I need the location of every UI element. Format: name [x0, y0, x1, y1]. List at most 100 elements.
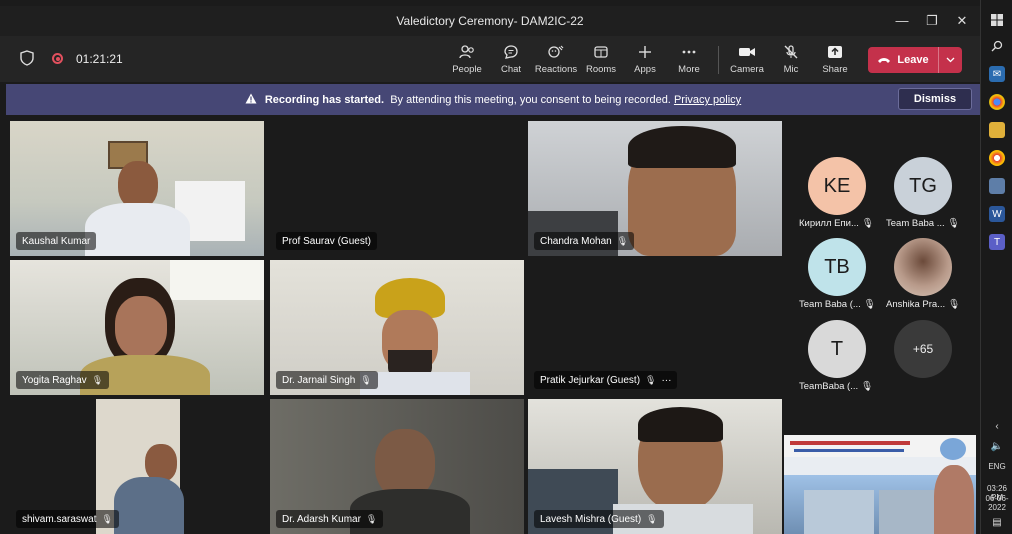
hang-up-icon — [878, 58, 891, 63]
side-participant-name: Anshika Pra... 🎙 — [886, 299, 960, 310]
participant-name-tag: shivam.saraswat 🎙 — [16, 510, 119, 528]
participant-name-tag: Prof Saurav (Guest) — [276, 232, 377, 250]
chrome-icon[interactable] — [989, 94, 1005, 110]
mic-off-icon: 🎙 — [646, 513, 658, 524]
more-label: More — [678, 64, 700, 75]
side-participant-name: Кирилл Епи... 🎙 — [799, 218, 874, 229]
reactions-button[interactable]: Reactions — [533, 42, 579, 75]
camera-icon — [739, 48, 755, 56]
more-button[interactable]: More — [666, 42, 712, 75]
teams-icon[interactable]: T — [989, 234, 1005, 250]
warning-icon — [245, 93, 257, 104]
participant-avatar[interactable]: TG — [894, 157, 952, 215]
speaker-icon[interactable]: 🔈 — [989, 438, 1005, 454]
people-label: People — [452, 64, 482, 75]
file-explorer-icon[interactable] — [989, 122, 1005, 138]
video-tile-jarnail[interactable]: Dr. Jarnail Singh 🎙 — [270, 260, 524, 395]
reactions-label: Reactions — [534, 64, 578, 75]
video-tile-lavesh[interactable]: Lavesh Mishra (Guest) 🎙 — [528, 399, 782, 534]
people-icon — [459, 45, 474, 59]
mic-off-icon — [784, 45, 798, 59]
share-icon — [828, 46, 842, 58]
participant-avatar[interactable]: TB — [808, 238, 866, 296]
window-title: Valedictory Ceremony- DAM2IC-22 — [396, 14, 584, 28]
mic-label: Mic — [783, 64, 799, 75]
clock-date[interactable]: 06-06-2022 — [981, 494, 1012, 512]
camera-label: Camera — [730, 64, 764, 75]
mail-icon[interactable]: ✉ — [989, 66, 1005, 82]
share-label: Share — [822, 64, 848, 75]
video-tile-kaushal[interactable]: Kaushal Kumar — [10, 121, 264, 256]
chat-button[interactable]: Chat — [488, 42, 534, 75]
leave-label: Leave — [897, 54, 929, 66]
banner-text: By attending this meeting, you consent t… — [390, 94, 671, 106]
mic-off-icon: 🎙 — [101, 513, 113, 524]
apps-button[interactable]: Apps — [622, 42, 668, 75]
video-tile-pratik[interactable]: Pratik Jejurkar (Guest) 🎙 ··· — [528, 260, 782, 395]
video-tile-chandra[interactable]: Chandra Mohan 🎙 — [528, 121, 782, 256]
meeting-timer: 01:21:21 — [76, 52, 123, 66]
maximize-button[interactable]: ❐ — [920, 10, 944, 32]
windows-taskbar: ✉ W T ‹ 🔈 ENG 03:26 PM 06-06-2022 ▤ — [980, 0, 1012, 534]
video-tile-adarsh[interactable]: Dr. Adarsh Kumar 🎙 — [270, 399, 524, 534]
leave-options-chevron-icon[interactable] — [938, 47, 962, 73]
title-bar: Valedictory Ceremony- DAM2IC-22 — ❐ ✕ — [0, 6, 980, 36]
toolbar-divider — [718, 46, 719, 74]
mic-off-icon: 🎙 — [360, 374, 372, 385]
participant-avatar[interactable]: T — [808, 320, 866, 378]
mic-off-icon: 🎙 — [91, 374, 104, 385]
close-button[interactable]: ✕ — [950, 10, 974, 32]
app-icon[interactable] — [989, 178, 1005, 194]
shared-content-thumbnail[interactable] — [784, 435, 976, 534]
search-icon[interactable] — [989, 38, 1005, 54]
rooms-icon — [594, 46, 608, 58]
participant-name-tag: Dr. Adarsh Kumar 🎙 — [276, 510, 384, 528]
language-indicator[interactable]: ENG — [981, 462, 1012, 471]
rooms-label: Rooms — [585, 64, 617, 75]
dismiss-button[interactable]: Dismiss — [898, 88, 972, 110]
video-tile-prof-saurav[interactable]: Prof Saurav (Guest) — [270, 121, 524, 256]
camera-button[interactable]: Camera — [724, 42, 770, 75]
chevron-left-icon[interactable]: ‹ — [989, 418, 1005, 434]
leave-button[interactable]: Leave — [868, 47, 962, 73]
windows-start-icon[interactable] — [989, 12, 1005, 28]
participant-avatar-photo[interactable] — [894, 238, 952, 296]
participant-name-tag: Kaushal Kumar — [16, 232, 97, 250]
mic-off-icon: 🎙 — [365, 513, 378, 524]
participant-name-tag: Yogita Raghav 🎙 — [16, 371, 110, 389]
more-icon — [682, 50, 696, 54]
video-tile-shivam[interactable]: shivam.saraswat 🎙 — [10, 399, 264, 534]
banner-title: Recording has started. — [264, 94, 385, 106]
teams-meeting-window: Valedictory Ceremony- DAM2IC-22 — ❐ ✕ 01… — [0, 0, 980, 534]
mic-button[interactable]: Mic — [768, 42, 814, 75]
notifications-icon[interactable]: ▤ — [989, 514, 1005, 530]
participant-avatar[interactable]: KE — [808, 157, 866, 215]
side-participant-name: Team Baba (... 🎙 — [799, 299, 876, 310]
participant-name-tag: Lavesh Mishra (Guest) 🎙 — [534, 510, 664, 528]
chat-label: Chat — [500, 64, 522, 75]
people-button[interactable]: People — [444, 42, 490, 75]
reactions-icon — [548, 45, 564, 58]
word-icon[interactable]: W — [989, 206, 1005, 222]
mic-off-icon: 🎙 — [616, 235, 629, 246]
recording-banner: Recording has started. By attending this… — [6, 84, 980, 115]
recording-indicator-icon — [52, 53, 63, 64]
participant-name-tag: Dr. Jarnail Singh 🎙 — [276, 371, 378, 389]
side-participant-name: TeamBaba (... 🎙 — [799, 381, 873, 392]
share-button[interactable]: Share — [812, 42, 858, 75]
video-tile-yogita[interactable]: Yogita Raghav 🎙 — [10, 260, 264, 395]
chrome-alt-icon[interactable] — [989, 150, 1005, 166]
rooms-button[interactable]: Rooms — [578, 42, 624, 75]
side-participant-name: Team Baba ... 🎙 — [886, 218, 960, 229]
apps-label: Apps — [634, 64, 656, 75]
privacy-policy-link[interactable]: Privacy policy — [674, 94, 741, 106]
chat-icon — [504, 45, 518, 59]
meeting-toolbar: 01:21:21 People Chat Reactions Rooms App… — [0, 36, 980, 82]
more-options-icon[interactable]: ··· — [661, 375, 671, 386]
participant-name-tag: Pratik Jejurkar (Guest) 🎙 ··· — [534, 371, 678, 389]
participant-name-tag: Chandra Mohan 🎙 — [534, 232, 635, 250]
apps-icon — [639, 46, 651, 58]
shield-icon[interactable] — [20, 50, 34, 66]
minimize-button[interactable]: — — [890, 10, 914, 32]
more-participants-button[interactable]: +65 — [894, 320, 952, 378]
